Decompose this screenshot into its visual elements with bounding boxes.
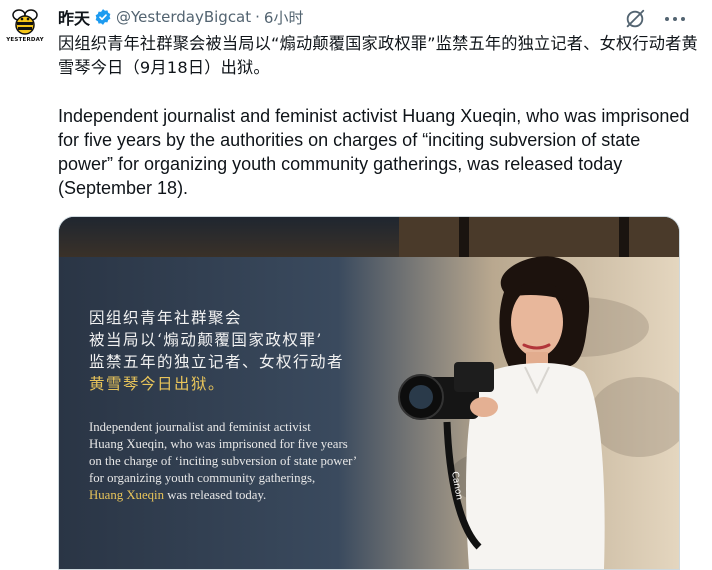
overlay-en-line: for organizing youth community gathering… (89, 471, 316, 485)
tweet-media-image[interactable]: Canon 因组织青年社群聚会 被当局以‘煽动颠覆国家政权罪’ 监禁五年的独立记… (58, 216, 680, 570)
display-name[interactable]: 昨天 (58, 5, 90, 29)
tweet-text-chinese: 因组织青年社群聚会被当局以“煽动颠覆国家政权罪”监禁五年的独立记者、女权行动者黄… (58, 34, 698, 77)
overlay-en-line: on the charge of ‘inciting subversion of… (89, 454, 358, 468)
overlay-zh-line: 监禁五年的独立记者、女权行动者 (89, 353, 345, 371)
camera-brand-label: Canon (449, 471, 464, 501)
overlay-english-caption: Independent journalist and feminist acti… (89, 419, 389, 504)
overlay-zh-line: 因组织青年社群聚会 (89, 309, 243, 327)
overlay-en-tail: was released today. (164, 488, 267, 502)
tweet-card[interactable]: YESTERDAY 昨天 @YesterdayBigcat · 6小时 因组织青… (0, 0, 712, 570)
tweet-header: 昨天 @YesterdayBigcat · 6小时 (58, 6, 303, 28)
separator-dot: · (255, 8, 260, 26)
overlay-en-line: Huang Xueqin, who was imprisoned for fiv… (89, 437, 348, 451)
overlay-en-line: Independent journalist and feminist acti… (89, 420, 311, 434)
tweet-text-english: Independent journalist and feminist acti… (58, 106, 690, 198)
grok-slash-icon[interactable] (624, 8, 646, 30)
overlay-chinese-caption: 因组织青年社群聚会 被当局以‘煽动颠覆国家政权罪’ 监禁五年的独立记者、女权行动… (89, 307, 344, 395)
timestamp[interactable]: 6小时 (264, 7, 304, 28)
tweet-text: 因组织青年社群聚会被当局以“煽动颠覆国家政权罪”监禁五年的独立记者、女权行动者黄… (58, 32, 698, 200)
verified-badge-icon (94, 8, 112, 26)
overlay-en-last-line: Huang Xueqin was released today. (89, 487, 389, 504)
overlay-en-highlight: Huang Xueqin (89, 488, 164, 502)
overlay-zh-line: 被当局以‘煽动颠覆国家政权罪’ (89, 331, 323, 349)
user-handle[interactable]: @YesterdayBigcat (116, 8, 251, 26)
more-horizontal-icon[interactable] (662, 8, 688, 30)
overlay-zh-highlight: 黄雪琴今日出狱。 (89, 375, 226, 393)
avatar-label: YESTERDAY (6, 37, 44, 43)
avatar[interactable]: YESTERDAY (6, 6, 44, 50)
bee-logo-icon (12, 9, 38, 35)
